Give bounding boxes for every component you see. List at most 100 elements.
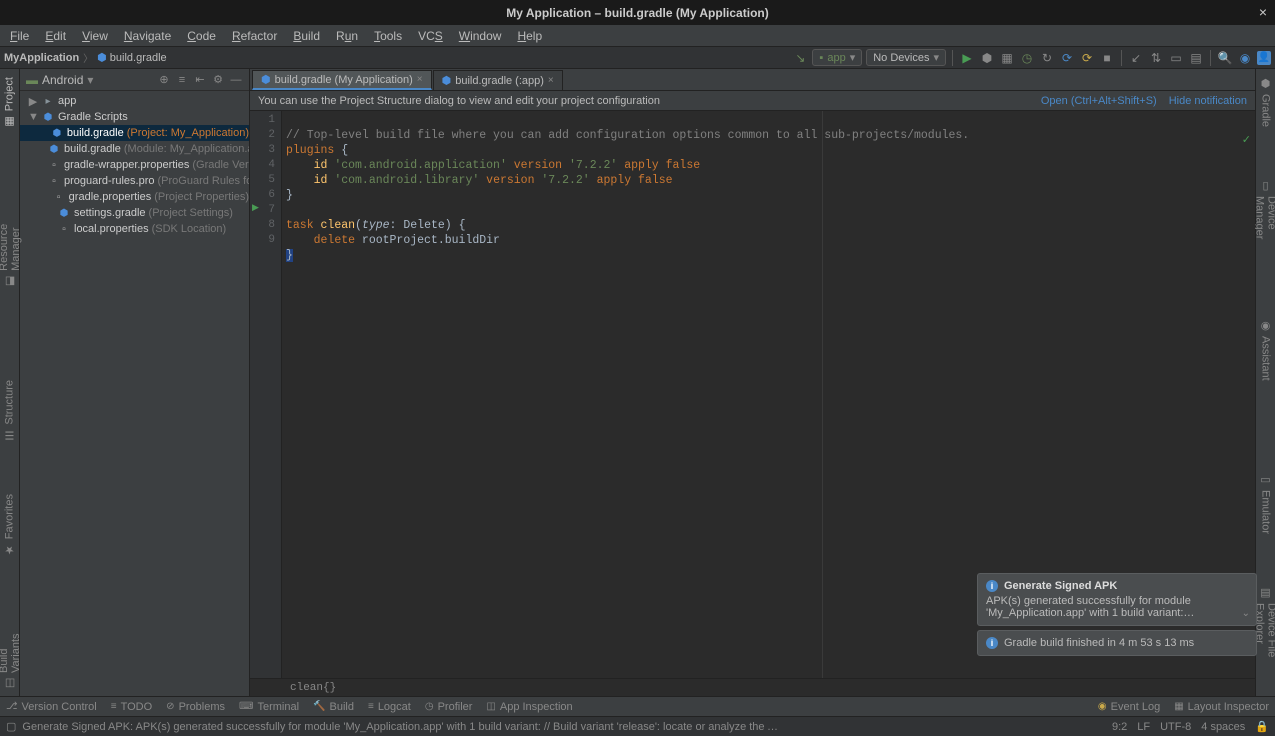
cursor-position[interactable]: 9:2 xyxy=(1112,721,1127,733)
tree-item[interactable]: ▫local.properties (SDK Location) xyxy=(20,221,249,237)
tree-item[interactable]: ▫gradle-wrapper.properties (Gradle Versi… xyxy=(20,157,249,173)
profile-icon[interactable]: ◷ xyxy=(1019,50,1035,66)
tab-favorites[interactable]: ★Favorites xyxy=(1,488,18,562)
tab-logcat[interactable]: ≡Logcat xyxy=(368,701,411,713)
tab-app-inspection[interactable]: ◫App Inspection xyxy=(486,701,572,713)
close-icon[interactable]: × xyxy=(548,75,554,86)
tab-build-gradle-project[interactable]: ⬢build.gradle (My Application)× xyxy=(252,70,432,90)
user-icon[interactable]: 👤 xyxy=(1257,51,1271,65)
tab-build-variants[interactable]: ◫Build Variants xyxy=(0,602,24,696)
menu-edit[interactable]: Edit xyxy=(39,27,72,45)
tab-version-control[interactable]: ⎇Version Control xyxy=(6,701,97,713)
right-toolwindow-tabs: ⬢Gradle ▯Device Manager ◉Assistant ▭Emul… xyxy=(1255,69,1275,696)
lock-icon[interactable]: 🔒 xyxy=(1255,720,1269,733)
menu-build[interactable]: Build xyxy=(287,27,326,45)
tab-gradle[interactable]: ⬢Gradle xyxy=(1257,71,1274,133)
sort-icon[interactable]: ≡ xyxy=(175,73,189,87)
tab-terminal[interactable]: ⌨Terminal xyxy=(239,701,299,713)
menu-vcs[interactable]: VCS xyxy=(412,27,449,45)
tree-item[interactable]: ⬢build.gradle (Project: My_Application) xyxy=(20,125,249,141)
project-panel: ▬ Android ▾ ⊕ ≡ ⇤ ⚙ — ▶▸app▼⬢Gradle Scri… xyxy=(20,69,250,696)
debug-icon[interactable]: ⬢ xyxy=(979,50,995,66)
prop-icon: ▫ xyxy=(57,222,71,236)
git-icon[interactable]: ↙ xyxy=(1128,50,1144,66)
run-icon[interactable]: ▶ xyxy=(959,50,975,66)
menu-window[interactable]: Window xyxy=(453,27,508,45)
menu-help[interactable]: Help xyxy=(511,27,548,45)
window-list-icon[interactable]: ▢ xyxy=(6,720,16,733)
close-icon[interactable]: × xyxy=(417,74,423,85)
project-view-selector[interactable]: Android xyxy=(42,73,83,87)
menu-code[interactable]: Code xyxy=(181,27,222,45)
gear-icon[interactable]: ⚙ xyxy=(211,73,225,87)
tree-item[interactable]: ⬢build.gradle (Module: My_Application.ap… xyxy=(20,141,249,157)
window-title: My Application – build.gradle (My Applic… xyxy=(506,6,768,20)
menu-file[interactable]: File xyxy=(4,27,35,45)
avd-icon[interactable]: ▭ xyxy=(1168,50,1184,66)
sync-icon[interactable]: ⇅ xyxy=(1148,50,1164,66)
chevron-down-icon[interactable]: ⌄ xyxy=(1242,608,1250,619)
crumb-project[interactable]: MyApplication xyxy=(4,52,79,64)
tab-project[interactable]: ▦Project xyxy=(1,71,18,134)
menubar: File Edit View Navigate Code Refactor Bu… xyxy=(0,25,1275,47)
settings-icon[interactable]: ◉ xyxy=(1237,50,1253,66)
encoding[interactable]: UTF-8 xyxy=(1160,721,1191,733)
gradle-icon: ⬢ xyxy=(50,126,64,140)
tab-device-manager[interactable]: ▯Device Manager xyxy=(1252,173,1275,273)
tab-todo[interactable]: ≡TODO xyxy=(111,701,152,713)
tab-build-gradle-app[interactable]: ⬢build.gradle (:app)× xyxy=(433,70,563,90)
bottom-toolwindow-tabs: ⎇Version Control ≡TODO ⊘Problems ⌨Termin… xyxy=(0,696,1275,716)
toast-gradle[interactable]: i Gradle build finished in 4 m 53 s 13 m… xyxy=(977,630,1257,656)
gradle-icon: ⬢ xyxy=(41,110,55,124)
apply-code-icon[interactable]: ⟳ xyxy=(1079,50,1095,66)
tab-profiler[interactable]: ◷Profiler xyxy=(425,701,473,713)
crumb-file[interactable]: ⬢build.gradle xyxy=(97,51,166,64)
tab-problems[interactable]: ⊘Problems xyxy=(166,701,225,713)
close-icon[interactable]: × xyxy=(1259,4,1267,20)
tab-emulator[interactable]: ▭Emulator xyxy=(1257,467,1274,540)
menu-refactor[interactable]: Refactor xyxy=(226,27,283,45)
hide-icon[interactable]: — xyxy=(229,73,243,87)
device-selector[interactable]: No Devices ▾ xyxy=(866,49,946,66)
menu-tools[interactable]: Tools xyxy=(368,27,408,45)
tab-structure[interactable]: ☰Structure xyxy=(1,374,18,448)
menu-navigate[interactable]: Navigate xyxy=(118,27,177,45)
prop-icon: ▫ xyxy=(47,174,61,188)
menu-run[interactable]: Run xyxy=(330,27,364,45)
coverage-icon[interactable]: ▦ xyxy=(999,50,1015,66)
apply-changes-icon[interactable]: ⟳ xyxy=(1059,50,1075,66)
run-config-selector[interactable]: ▪app ▾ xyxy=(812,49,862,66)
toast-area: iGenerate Signed APK APK(s) generated su… xyxy=(977,573,1257,656)
tree-item[interactable]: ▫proguard-rules.pro (ProGuard Rules for … xyxy=(20,173,249,189)
notif-hide-link[interactable]: Hide notification xyxy=(1169,95,1247,107)
tree-item[interactable]: ▶▸app xyxy=(20,93,249,109)
collapse-icon[interactable]: ⇤ xyxy=(193,73,207,87)
attach-icon[interactable]: ↻ xyxy=(1039,50,1055,66)
tab-assistant[interactable]: ◉Assistant xyxy=(1257,313,1274,387)
toast-body: APK(s) generated successfully for module… xyxy=(986,595,1248,619)
info-icon: i xyxy=(986,580,998,592)
project-tree[interactable]: ▶▸app▼⬢Gradle Scripts⬢build.gradle (Proj… xyxy=(20,91,249,696)
tab-resource-manager[interactable]: ◧Resource Manager xyxy=(0,174,24,294)
indent[interactable]: 4 spaces xyxy=(1201,721,1245,733)
tab-layout-inspector[interactable]: ▦Layout Inspector xyxy=(1174,701,1269,713)
search-icon[interactable]: 🔍 xyxy=(1217,50,1233,66)
tree-item[interactable]: ▼⬢Gradle Scripts xyxy=(20,109,249,125)
run-marker-icon[interactable]: ▶ xyxy=(252,201,259,216)
menu-view[interactable]: View xyxy=(76,27,114,45)
tab-build[interactable]: 🔨Build xyxy=(313,701,354,713)
notif-open-link[interactable]: Open (Ctrl+Alt+Shift+S) xyxy=(1041,95,1157,107)
tab-event-log[interactable]: ◉Event Log xyxy=(1098,701,1160,713)
tree-item[interactable]: ▫gradle.properties (Project Properties) xyxy=(20,189,249,205)
hammer-icon[interactable]: ↘ xyxy=(792,50,808,66)
line-ending[interactable]: LF xyxy=(1137,721,1150,733)
target-icon[interactable]: ⊕ xyxy=(157,73,171,87)
editor-tabs: ⬢build.gradle (My Application)× ⬢build.g… xyxy=(250,69,1255,91)
stop-icon[interactable]: ■ xyxy=(1099,50,1115,66)
sdk-icon[interactable]: ▤ xyxy=(1188,50,1204,66)
gutter[interactable]: 123456789 ▶ xyxy=(250,111,282,678)
tree-item[interactable]: ⬢settings.gradle (Project Settings) xyxy=(20,205,249,221)
toast-apk[interactable]: iGenerate Signed APK APK(s) generated su… xyxy=(977,573,1257,626)
check-icon: ✓ xyxy=(1242,133,1251,146)
statusbar: ▢ Generate Signed APK: APK(s) generated … xyxy=(0,716,1275,736)
